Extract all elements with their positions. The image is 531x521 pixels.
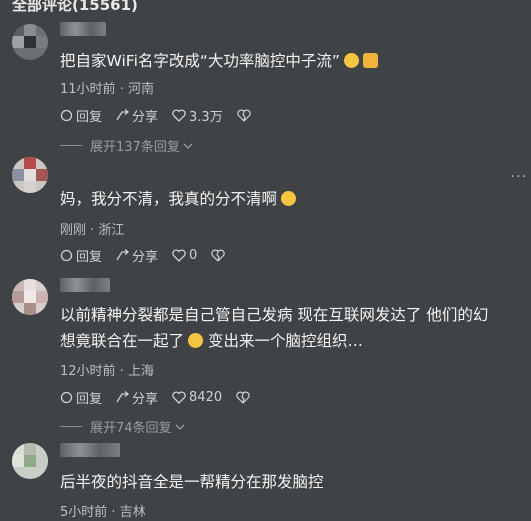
username[interactable] [60, 443, 120, 457]
comment-meta: 刚刚 · 浙江 [60, 223, 125, 238]
reply-button[interactable]: 回复 [60, 388, 102, 407]
comment-meta: 11小时前 · 河南 [60, 82, 154, 97]
broken-heart-icon [237, 109, 251, 122]
share-button[interactable]: 分享 [116, 246, 158, 265]
avatar[interactable] [12, 24, 48, 60]
chevron-down-icon [175, 424, 185, 430]
chevron-down-icon [183, 143, 193, 149]
broken-heart-icon [236, 391, 250, 404]
reply-button[interactable]: 回复 [60, 246, 102, 265]
thumbs-up-emoji-icon [362, 53, 378, 68]
smile-emoji-icon [343, 53, 359, 68]
expand-replies-button[interactable]: 展开137条回复 [60, 136, 193, 155]
divider [60, 426, 82, 427]
comment-text: 后半夜的抖音全是一帮精分在那发脑控 [60, 473, 324, 491]
username[interactable] [60, 278, 110, 292]
comment-actions: 回复 分享 0 [60, 246, 242, 265]
share-button[interactable]: 分享 [116, 388, 158, 407]
share-icon [116, 391, 130, 403]
comment-text: 把自家WiFi名字改成“大功率脑控中子流” [60, 48, 522, 74]
reply-icon [60, 391, 73, 404]
avatar[interactable] [12, 443, 48, 479]
comment-text: 以前精神分裂都是自己管自己发病 现在互联网发达了 他们的幻 想竟联合在一起了 变… [60, 306, 489, 350]
like-button[interactable]: 3.3万 [172, 106, 223, 125]
dislike-button[interactable] [236, 391, 253, 404]
comments-header: 全部评论(15561) [12, 0, 138, 14]
crying-emoji-icon [281, 191, 297, 206]
heart-icon [172, 249, 186, 262]
share-icon [116, 249, 130, 261]
more-options-button[interactable]: ··· [511, 169, 527, 185]
avatar[interactable] [12, 279, 48, 315]
heart-icon [172, 391, 186, 404]
share-icon [116, 109, 130, 121]
comment-meta: 12小时前 · 上海 [60, 364, 154, 379]
expand-replies-button[interactable]: 展开74条回复 [60, 417, 185, 436]
divider [60, 145, 82, 146]
heart-icon [172, 109, 186, 122]
dislike-button[interactable] [237, 109, 254, 122]
username[interactable] [60, 22, 106, 36]
comment-text: 妈，我分不清，我真的分不清啊 [60, 186, 522, 212]
comment-actions: 回复 分享 3.3万 [60, 106, 268, 125]
reply-icon [60, 109, 73, 122]
like-button[interactable]: 0 [172, 248, 197, 263]
reply-button[interactable]: 回复 [60, 106, 102, 125]
comment-meta: 5小时前 · 吉林 [60, 505, 146, 520]
laughing-emoji-icon [188, 333, 204, 348]
broken-heart-icon [211, 249, 226, 262]
comment-actions: 回复 分享 8420 [60, 388, 267, 407]
dislike-button[interactable] [211, 249, 228, 262]
reply-icon [60, 249, 73, 262]
avatar[interactable] [12, 157, 48, 193]
like-button[interactable]: 8420 [172, 390, 222, 405]
share-button[interactable]: 分享 [116, 106, 158, 125]
